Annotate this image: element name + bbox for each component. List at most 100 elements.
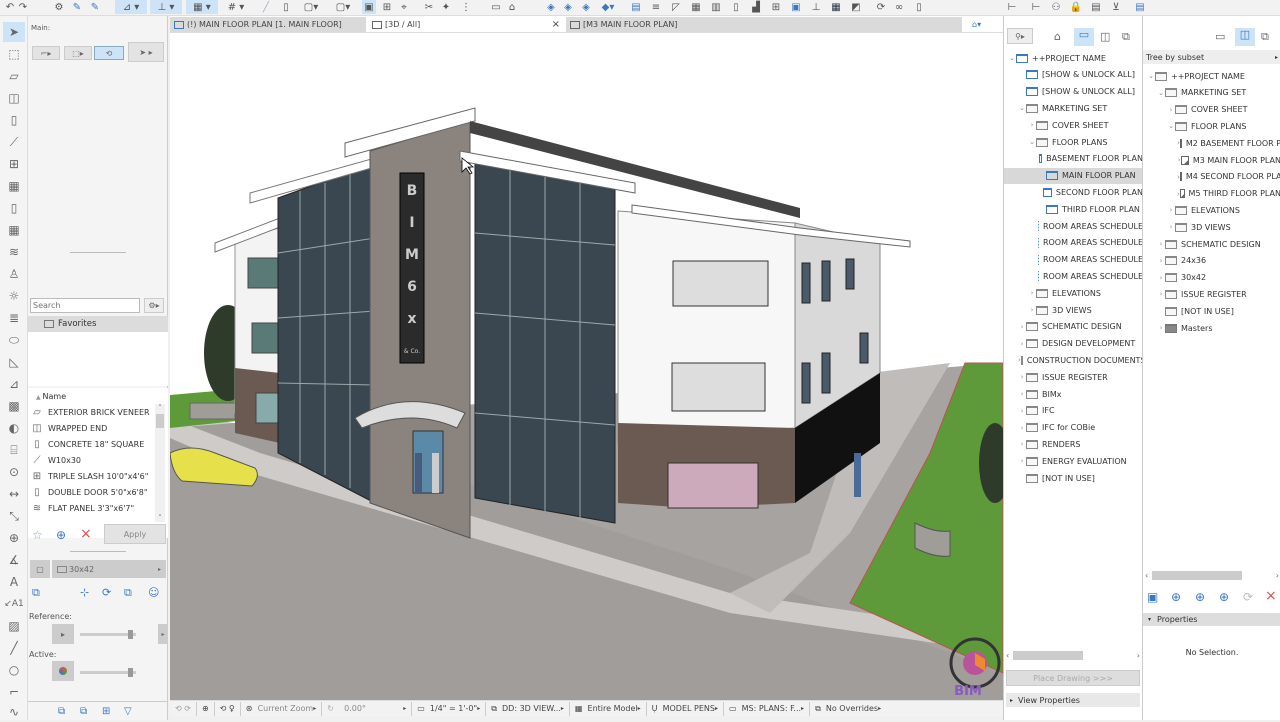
- project-map-icon[interactable]: ⌂: [1054, 30, 1061, 43]
- shell-tool-icon[interactable]: ◺: [3, 352, 25, 372]
- chevron-right-icon[interactable]: ›: [1028, 306, 1036, 314]
- view-properties-toggle[interactable]: ▸ View Properties: [1006, 693, 1140, 707]
- story-icon[interactable]: ▢▾: [300, 0, 322, 14]
- skylight-icon[interactable]: ◩: [850, 0, 862, 14]
- tree-item[interactable]: › ELEVATIONS: [1004, 285, 1143, 301]
- roof-tool-icon[interactable]: ⬭: [3, 330, 25, 350]
- new-layout-icon[interactable]: ▣: [1147, 590, 1158, 604]
- layoutbook-h-scrollbar[interactable]: ‹ ›: [1145, 568, 1279, 582]
- favorite-item[interactable]: ▯ CONCRETE 18" SQUARE: [30, 436, 154, 452]
- column-icon[interactable]: ▯: [730, 0, 742, 14]
- cut-icon[interactable]: ✂: [423, 0, 435, 14]
- favorite-item[interactable]: ▱ EXTERIOR BRICK VENEER: [30, 404, 154, 420]
- chevron-right-icon[interactable]: ›: [1018, 390, 1026, 398]
- room-tool-icon[interactable]: ⌸: [3, 440, 25, 460]
- pen-set-dropdown[interactable]: Ụ MODEL PENS ▸: [647, 701, 724, 716]
- detail-icon[interactable]: ◈: [580, 0, 592, 14]
- new-subset-icon[interactable]: ⊕: [1195, 590, 1205, 604]
- tree-item[interactable]: › ISSUE REGISTER: [1143, 286, 1280, 302]
- wall-end-tool-icon[interactable]: ◫: [3, 88, 25, 108]
- undo-zoom-icon[interactable]: ⟲ ⟳: [170, 701, 197, 716]
- tree-item[interactable]: SECOND FLOOR PLAN: [1004, 184, 1143, 200]
- move-reference-icon[interactable]: ⊹: [80, 586, 89, 599]
- column-tool-icon[interactable]: ▯: [3, 110, 25, 130]
- rotate-reference-icon[interactable]: ⟳: [102, 586, 111, 599]
- chevron-down-icon[interactable]: ⌄: [1167, 122, 1175, 130]
- tree-item[interactable]: › M5 THIRD FLOOR PLAN: [1143, 186, 1280, 202]
- tree-item[interactable]: › RENDERS: [1004, 436, 1143, 452]
- tree-item[interactable]: › SCHEMATIC DESIGN: [1004, 319, 1143, 335]
- trace-options-icon[interactable]: ⧉: [58, 706, 65, 717]
- tree-item[interactable]: [SHOW & UNLOCK ALL]: [1004, 67, 1143, 83]
- tree-item[interactable]: › CONSTRUCTION DOCUMENTS: [1004, 352, 1143, 368]
- tree-item[interactable]: ROOM AREAS SCHEDULE: [1004, 268, 1143, 284]
- chevron-right-icon[interactable]: ›: [1167, 206, 1175, 214]
- stair-icon[interactable]: ▤: [630, 0, 642, 14]
- pick-up-icon[interactable]: ✎: [70, 0, 84, 14]
- favorites-search-input[interactable]: [30, 298, 140, 313]
- layout-dropdown[interactable]: 30x42 ▸: [52, 560, 166, 578]
- line-tool-icon[interactable]: ╱: [3, 638, 25, 658]
- undo-icon[interactable]: ↶: [4, 0, 16, 14]
- publisher-sets-icon[interactable]: ⧉: [1122, 30, 1130, 44]
- chevron-right-icon[interactable]: ›: [1018, 340, 1026, 348]
- favorites-folder[interactable]: Favorites: [28, 316, 168, 332]
- tree-item[interactable]: MAIN FLOOR PLAN: [1004, 167, 1143, 184]
- chevron-down-icon[interactable]: ⌄: [1147, 72, 1155, 80]
- section-icon[interactable]: ▭: [490, 0, 502, 14]
- chevron-right-icon[interactable]: ›: [1157, 290, 1165, 298]
- favorites-delete-icon[interactable]: ×: [80, 526, 92, 542]
- chevron-right-icon[interactable]: ›: [1028, 289, 1036, 297]
- tree-item[interactable]: › 30x42: [1143, 270, 1280, 286]
- trace-compare-icon[interactable]: ⧉: [80, 706, 87, 717]
- marquee-tool-icon[interactable]: ⬚: [3, 44, 25, 64]
- favorite-item[interactable]: ≋ FLAT PANEL 3'3"x6'7": [30, 500, 154, 516]
- active-slider[interactable]: [80, 668, 136, 677]
- zone-icon[interactable]: ▣: [790, 0, 802, 14]
- split-icon[interactable]: ⋮: [460, 0, 472, 14]
- tree-item[interactable]: ROOM AREAS SCHEDULE: [1004, 218, 1143, 234]
- tab-3d-all[interactable]: [3D / All] ×: [368, 17, 564, 32]
- layer-icon[interactable]: ▯: [280, 0, 292, 14]
- tree-item[interactable]: BASEMENT FLOOR PLAN: [1004, 151, 1143, 167]
- database-icon[interactable]: ▤: [1134, 0, 1146, 14]
- favorite-item[interactable]: ◫ WRAPPED END: [30, 420, 154, 436]
- stair-tool-icon[interactable]: ≋: [3, 242, 25, 262]
- roof-icon[interactable]: ◸: [670, 0, 682, 14]
- layout-icon[interactable]: ▢: [30, 560, 50, 578]
- dimension-tool-icon[interactable]: ↔: [3, 484, 25, 504]
- active-color-button[interactable]: [52, 661, 74, 681]
- chevron-right-icon[interactable]: ›: [1028, 121, 1036, 129]
- chevron-down-icon[interactable]: ⌄: [1028, 138, 1036, 146]
- tree-item[interactable]: [NOT IN USE]: [1004, 470, 1143, 486]
- tree-item[interactable]: ›M2 BASEMENT FLOOR PLAN: [1143, 135, 1280, 151]
- publish-icon[interactable]: ▤: [1090, 0, 1102, 14]
- chevron-right-icon[interactable]: ›: [1018, 323, 1026, 331]
- grid-snap-icon[interactable]: ▦ ▾: [186, 0, 218, 14]
- orbit-icon[interactable]: ⟲ ♀: [215, 701, 241, 716]
- chevron-down-icon[interactable]: ⌄: [1157, 89, 1165, 97]
- object-tool-icon[interactable]: ♙: [3, 264, 25, 284]
- trace-switch-icon[interactable]: ⧉: [32, 586, 40, 600]
- tree-item[interactable]: THIRD FLOOR PLAN: [1004, 201, 1143, 217]
- radial-dimension-tool-icon[interactable]: ⤡: [3, 506, 25, 526]
- apply-button[interactable]: Apply: [104, 524, 166, 544]
- skylight-tool-icon[interactable]: ▦: [3, 220, 25, 240]
- slab-tool-icon[interactable]: ≣: [3, 308, 25, 328]
- model-view-options-dropdown[interactable]: ▭ MS: PLANS: F... ▸: [724, 701, 811, 716]
- geometry-method-button[interactable]: ⌐▸: [32, 46, 60, 60]
- chevron-right-icon[interactable]: ›: [1018, 407, 1026, 415]
- label-tool-icon[interactable]: ↙A1: [3, 594, 25, 614]
- reference-slider[interactable]: [80, 630, 136, 639]
- new-folder-icon[interactable]: ⊕: [1219, 590, 1229, 604]
- link-icon[interactable]: ∞: [893, 0, 905, 14]
- object-icon[interactable]: ▟: [750, 0, 762, 14]
- tree-item[interactable]: › COVER SHEET: [1004, 117, 1143, 133]
- tree-item[interactable]: ⌄ FLOOR PLANS: [1004, 134, 1143, 150]
- magic-wand-icon[interactable]: ✦: [440, 0, 452, 14]
- favorites-settings-gear-icon[interactable]: ⚙▸: [144, 298, 164, 313]
- chevron-right-icon[interactable]: ›: [1018, 440, 1026, 448]
- level-dimension-tool-icon[interactable]: ⊕: [3, 528, 25, 548]
- chevron-right-icon[interactable]: ›: [1157, 274, 1165, 282]
- filter-icon[interactable]: ⊻: [1110, 0, 1122, 14]
